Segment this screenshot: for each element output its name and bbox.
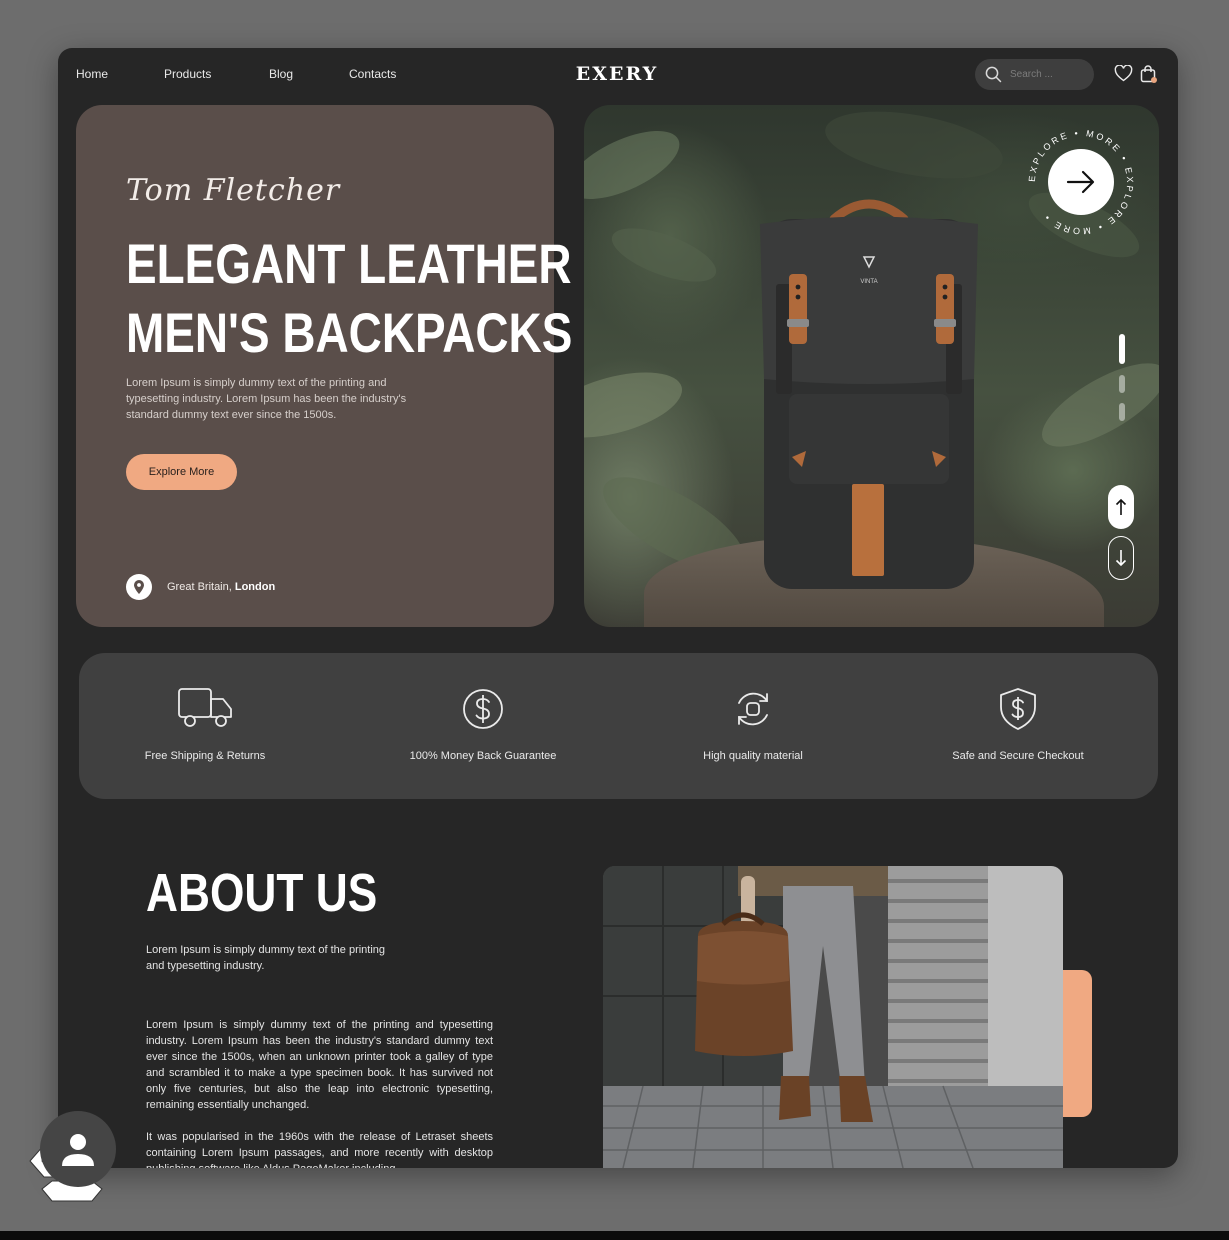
arrow-down-icon	[1115, 550, 1127, 567]
dollar-coin-icon	[463, 689, 503, 729]
user-avatar-badge[interactable]	[22, 1111, 122, 1203]
refresh-quality-icon	[738, 692, 768, 726]
feature-free-shipping: Free Shipping & Returns	[95, 653, 315, 799]
about-photo	[603, 866, 1063, 1168]
heart-icon[interactable]	[1114, 65, 1133, 82]
nav-contacts[interactable]: Contacts	[349, 67, 396, 81]
shield-dollar-icon	[1000, 688, 1036, 730]
search-input[interactable]	[1008, 68, 1082, 81]
nav-home[interactable]: Home	[76, 67, 108, 81]
scroll-up-button[interactable]	[1108, 485, 1134, 529]
about-body: Lorem Ipsum is simply dummy text of the …	[146, 1019, 493, 1111]
hero-description: Lorem Ipsum is simply dummy text of the …	[126, 377, 407, 421]
slide-indicator-active[interactable]	[1119, 334, 1125, 364]
arrow-up-icon	[1115, 498, 1127, 515]
product-brand-label: VINTA	[860, 279, 877, 285]
location-text: Great Britain, London	[167, 581, 275, 593]
screen-bottom-band	[0, 1231, 1229, 1240]
location-city: London	[234, 581, 276, 593]
slide-indicator[interactable]	[1119, 403, 1125, 421]
feature-money-back: 100% Money Back Guarantee	[373, 653, 593, 799]
slide-indicator[interactable]	[1119, 375, 1125, 393]
hero-panel: Tom Fletcher ELEGANT LEATHER MEN'S BACKP…	[76, 105, 572, 627]
feature-secure-checkout: Safe and Secure Checkout	[908, 653, 1128, 799]
cart-badge-dot	[1151, 77, 1157, 83]
nav-blog[interactable]: Blog	[269, 67, 293, 81]
backpack-photo: VINTA	[760, 199, 978, 589]
hero-title-line-2: MEN'S BACKPACKS	[126, 301, 573, 364]
feature-label: High quality material	[703, 750, 803, 762]
location-pin-icon	[126, 574, 152, 600]
search-box[interactable]	[975, 59, 1094, 90]
explore-more-button[interactable]: Explore More	[126, 454, 237, 490]
brand-logo[interactable]: EXERY	[562, 63, 672, 85]
features-bar: Free Shipping & Returns 100% Money Back …	[79, 653, 1158, 799]
about-lead: Lorem Ipsum is simply dummy text of the …	[146, 944, 386, 972]
location-country: Great Britain,	[167, 581, 235, 593]
feature-label: 100% Money Back Guarantee	[409, 750, 557, 762]
truck-icon	[178, 688, 232, 727]
website-card: Home Products Blog Contacts EXERY Tom Fl…	[58, 48, 1178, 1168]
nav-products[interactable]: Products	[164, 67, 211, 81]
explore-more-circle-button[interactable]: EXPLORE • MORE • EXPLORE • MORE •	[1026, 127, 1136, 237]
scroll-down-button[interactable]	[1108, 536, 1134, 580]
hero-title: ELEGANT LEATHER MEN'S BACKPACKS	[126, 229, 572, 367]
about-title: ABOUT US	[146, 863, 378, 923]
hero-signature: Tom Fletcher	[126, 173, 341, 208]
man-holding-bag-photo	[603, 866, 1063, 1168]
search-icon	[985, 66, 1002, 83]
hero-title-line-1: ELEGANT LEATHER	[126, 232, 572, 295]
hero-product-image: VINTA EXPLORE • MORE • EXPLORE • MORE •	[584, 105, 1159, 627]
feature-high-quality: High quality material	[643, 653, 863, 799]
feature-label: Safe and Secure Checkout	[952, 750, 1084, 762]
feature-label: Free Shipping & Returns	[144, 750, 266, 762]
about-body-continued: It was popularised in the 1960s with the…	[146, 1131, 493, 1168]
